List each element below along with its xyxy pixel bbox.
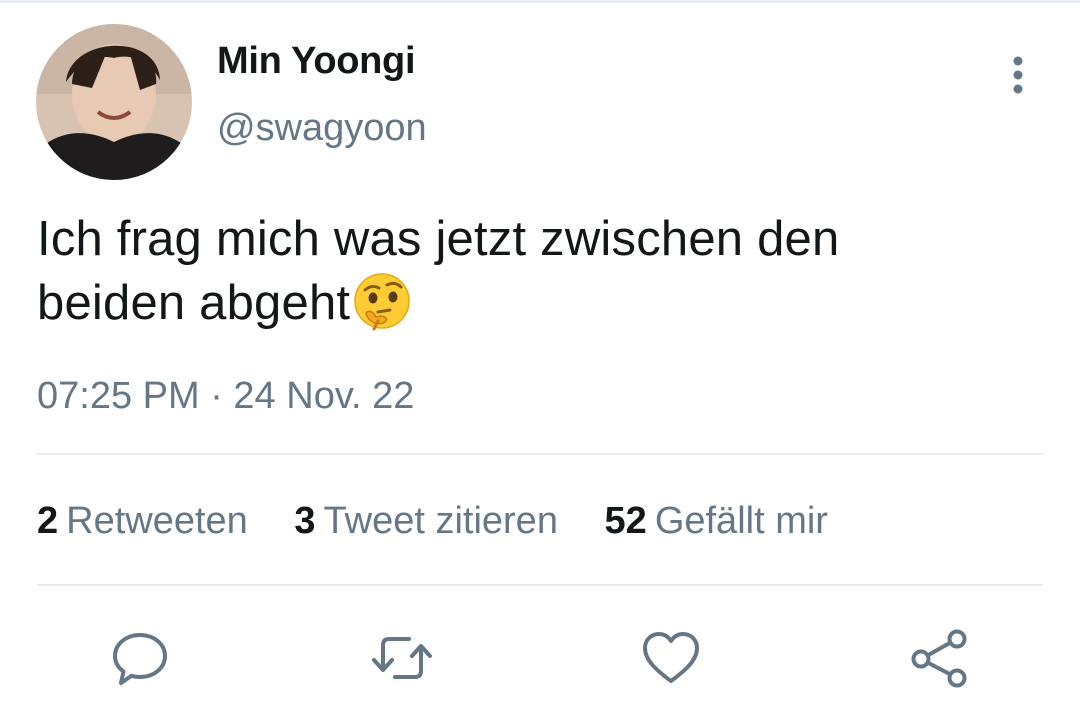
retweets-label: Retweeten [66, 500, 248, 542]
likes-stat[interactable]: 52 Gefällt mir [605, 500, 828, 543]
avatar-photo [36, 24, 192, 180]
likes-label: Gefällt mir [654, 500, 828, 542]
likes-count: 52 [604, 500, 647, 542]
quotes-label: Tweet zitieren [323, 500, 558, 542]
more-options-button[interactable] [998, 52, 1038, 98]
thinking-face-icon [352, 271, 412, 331]
heart-icon [643, 632, 699, 683]
share-icon [911, 629, 967, 688]
retweets-count: 2 [37, 500, 59, 542]
share-button[interactable] [905, 625, 971, 691]
divider [37, 453, 1043, 455]
retweet-button[interactable] [369, 625, 435, 691]
author-handle[interactable]: @swagyoon [217, 107, 427, 150]
tweet-stats: 2 Retweeten 3 Tweet zitieren 52 Gefällt mir [37, 500, 828, 543]
author-display-name[interactable]: Min Yoongi [217, 40, 416, 83]
reply-button[interactable] [107, 625, 173, 691]
tweet-text-line-1: Ich frag mich was jetzt zwischen den [37, 212, 840, 266]
top-divider [0, 0, 1080, 3]
comment-icon [113, 633, 167, 685]
quotes-stat[interactable]: 3 Tweet zitieren [294, 500, 558, 543]
like-button[interactable] [638, 625, 704, 691]
retweet-icon [372, 637, 432, 679]
avatar[interactable] [36, 24, 192, 180]
tweet-timestamp[interactable]: 07:25 PM · 24 Nov. 22 [37, 375, 414, 418]
quotes-count: 3 [294, 500, 316, 542]
divider [37, 584, 1043, 586]
tweet-text: Ich frag mich was jetzt zwischen den bei… [37, 208, 1037, 335]
more-vertical-icon [1013, 56, 1023, 94]
tweet-text-line-2-text: beiden abgeht [37, 276, 351, 330]
retweets-stat[interactable]: 2 Retweeten [37, 500, 248, 543]
tweet-text-line-2: beiden abgeht [37, 271, 1037, 335]
